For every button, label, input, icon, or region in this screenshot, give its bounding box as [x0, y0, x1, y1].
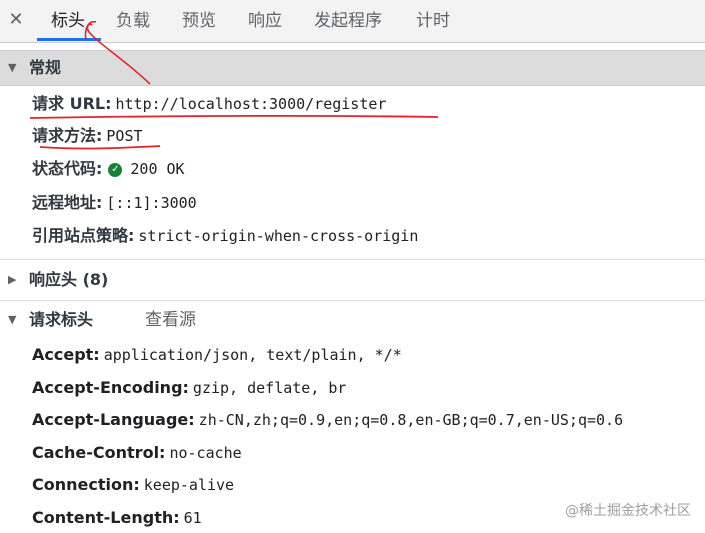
watermark: @稀土掘金技术社区: [565, 503, 691, 519]
active-tab-indicator: [37, 38, 101, 41]
tab-payload[interactable]: 负载: [116, 9, 150, 33]
expand-triangle-icon: ▶: [8, 273, 17, 286]
view-source-link[interactable]: 查看源: [145, 305, 196, 335]
header-value: no-cache: [169, 444, 242, 462]
request-method-row: 请求方法: POST: [32, 121, 143, 151]
header-key: Connection:: [32, 475, 140, 494]
status-ok-check-icon: ✓: [108, 163, 123, 177]
header-key: Accept-Language:: [32, 410, 195, 429]
tab-bar: ✕ 标头 负载 预览 响应 发起程序 计时: [0, 0, 705, 43]
response-headers-title: 响应头 (8): [29, 270, 109, 289]
tab-timing[interactable]: 计时: [416, 9, 450, 33]
section-divider: [0, 259, 705, 260]
referrer-policy-value: strict-origin-when-cross-origin: [138, 227, 419, 245]
header-value: zh-CN,zh;q=0.9,en;q=0.8,en-GB;q=0.7,en-U…: [198, 411, 624, 429]
header-row-accept: Accept: application/json, text/plain, */*: [32, 340, 402, 370]
header-value: gzip, deflate, br: [192, 379, 347, 397]
header-row-cache-control: Cache-Control: no-cache: [32, 438, 242, 468]
response-headers-section-header[interactable]: ▶ 响应头 (8): [0, 263, 705, 297]
request-url-row: 请求 URL: http://localhost:3000/register: [32, 89, 386, 119]
collapse-triangle-icon: ▼: [8, 61, 17, 74]
referrer-policy-key: 引用站点策略:: [32, 226, 135, 245]
header-value: application/json, text/plain, */*: [103, 346, 402, 364]
status-code-key: 状态代码:: [32, 159, 103, 178]
header-row-accept-encoding: Accept-Encoding: gzip, deflate, br: [32, 373, 346, 403]
remote-address-row: 远程地址: [::1]:3000: [32, 188, 197, 218]
request-method-key: 请求方法:: [32, 126, 103, 145]
request-method-value: POST: [106, 127, 143, 145]
header-row-accept-language: Accept-Language: zh-CN,zh;q=0.9,en;q=0.8,…: [32, 405, 623, 435]
header-row-connection: Connection: keep-alive: [32, 470, 234, 500]
request-headers-section-header[interactable]: ▼ 请求标头: [0, 303, 705, 337]
tab-initiator[interactable]: 发起程序: [314, 9, 382, 33]
header-key: Accept:: [32, 345, 100, 364]
request-headers-title: 请求标头: [29, 310, 94, 329]
tab-response[interactable]: 响应: [248, 9, 282, 33]
header-key: Cache-Control:: [32, 443, 166, 462]
close-icon[interactable]: ✕: [6, 9, 26, 31]
header-key: Content-Length:: [32, 508, 180, 527]
header-value: 61: [183, 509, 202, 527]
remote-address-key: 远程地址:: [32, 193, 103, 212]
header-key: Accept-Encoding:: [32, 378, 189, 397]
general-section-header[interactable]: ▼ 常规: [0, 50, 705, 86]
request-url-value: http://localhost:3000/register: [115, 95, 387, 113]
tab-preview[interactable]: 预览: [182, 9, 216, 33]
tab-headers[interactable]: 标头: [51, 9, 85, 33]
status-code-value: 200 OK: [130, 160, 185, 178]
general-title: 常规: [29, 58, 62, 77]
header-row-content-length: Content-Length: 61: [32, 503, 202, 533]
referrer-policy-row: 引用站点策略: strict-origin-when-cross-origin: [32, 221, 418, 251]
request-url-key: 请求 URL:: [32, 94, 112, 113]
header-value: keep-alive: [143, 476, 235, 494]
collapse-triangle-icon: ▼: [8, 313, 17, 326]
remote-address-value: [::1]:3000: [106, 194, 197, 212]
status-code-row: 状态代码: ✓ 200 OK: [32, 154, 185, 184]
section-divider: [0, 300, 705, 301]
